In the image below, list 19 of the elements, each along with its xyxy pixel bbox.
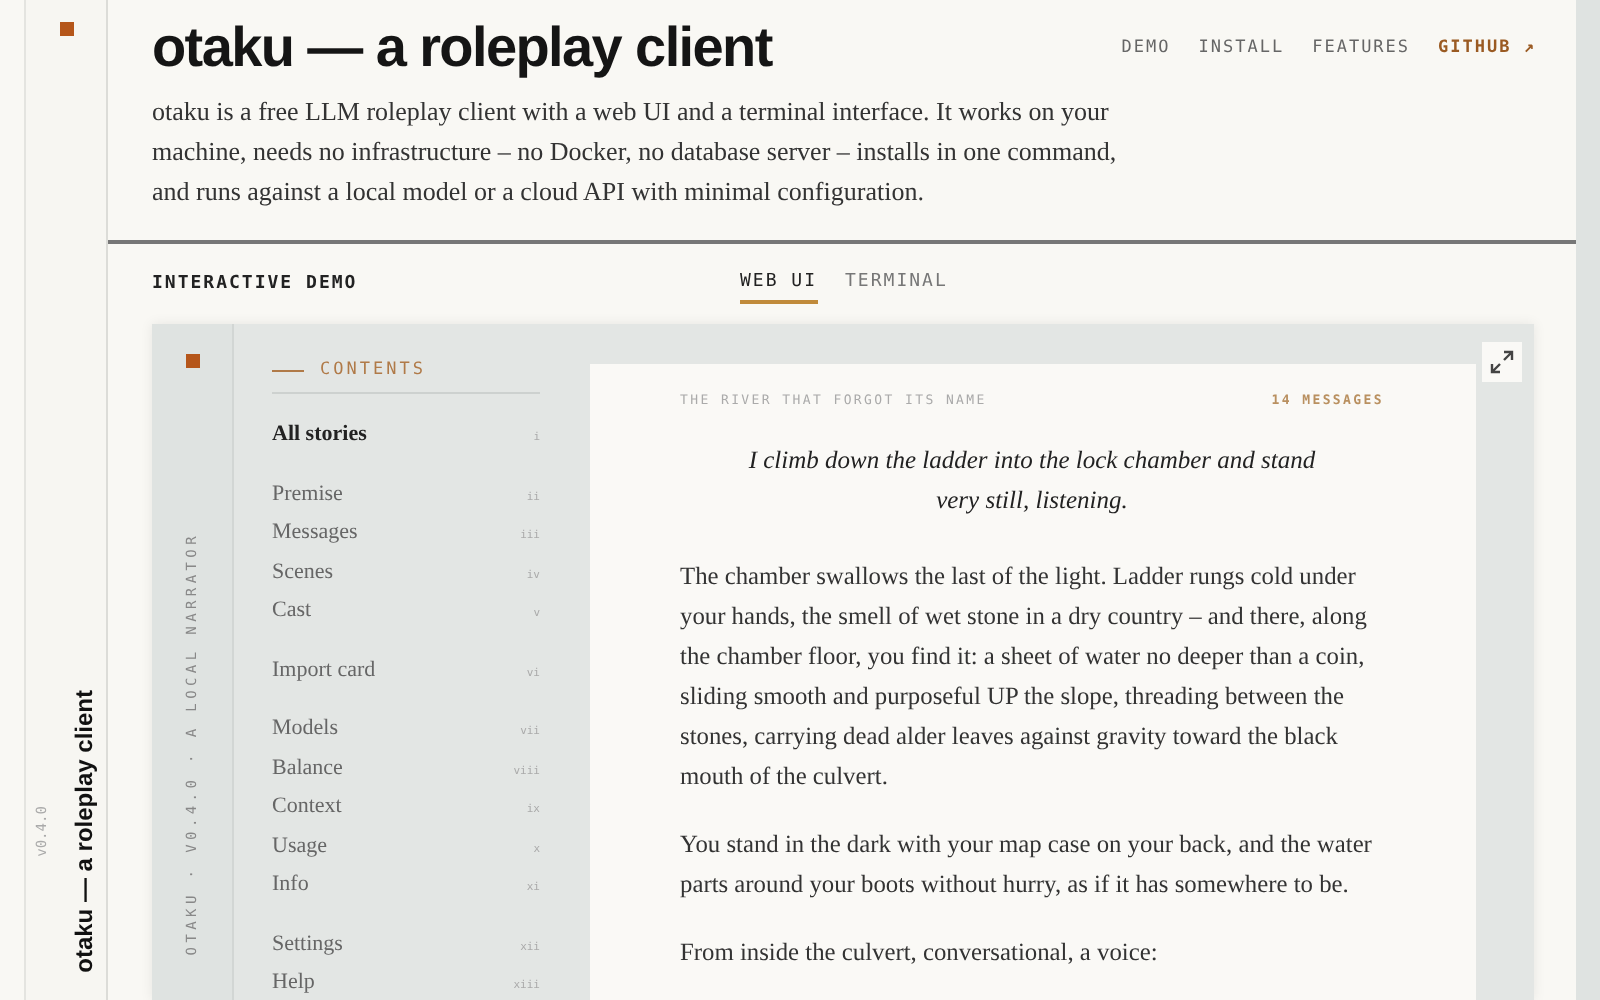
square-icon (185, 354, 199, 368)
square-icon (59, 22, 73, 36)
page-title: otaku — a roleplay client (152, 16, 772, 80)
nav-link[interactable]: FEATURES (1312, 38, 1411, 58)
user-turn: I climb down the ladder into the lock chamber and stand very still, listening. (746, 444, 1318, 518)
tab[interactable]: TERMINAL (845, 264, 948, 304)
dash-icon (272, 369, 304, 371)
nav-link[interactable]: INSTALL (1198, 38, 1285, 58)
contents-heading: CONTENTS (320, 360, 426, 380)
nav-link[interactable]: GITHUB ↗ (1438, 38, 1536, 58)
story-paragraph: From inside the culvert, conversational, a voice: (680, 936, 1160, 970)
story-paragraph: You stand in the dark with your map case on your back, and the water parts around your boots without hurry, as if it has somewhere to be. (680, 828, 1374, 902)
story-paragraph: The chamber swallows the last of the light. Ladder rungs cold under your hands, the smell of wet stone in a dry country – and there, along the chamber floor, you find it: a sheet of water no deeper than a coin, sliding smooth and purposeful UP the slope, threading between the stones, carrying dead alder leaves against gravity toward the black mouth of the culvert. (680, 560, 1369, 794)
tab[interactable]: WEB UI (740, 264, 818, 304)
expand-icon[interactable] (1482, 342, 1522, 382)
nav-link[interactable]: DEMO (1121, 38, 1171, 58)
intro-paragraph: otaku is a free LLM roleplay client with a web UI and a terminal interface. It works on your machine, needs no infrastructure – no Docker, no database server – installs in one command, and runs against a local model or a cloud API with minimal configuration. (152, 94, 1119, 210)
section-label: INTERACTIVE DEMO (152, 274, 360, 294)
vertical-title: otaku — a roleplay client (70, 689, 98, 972)
